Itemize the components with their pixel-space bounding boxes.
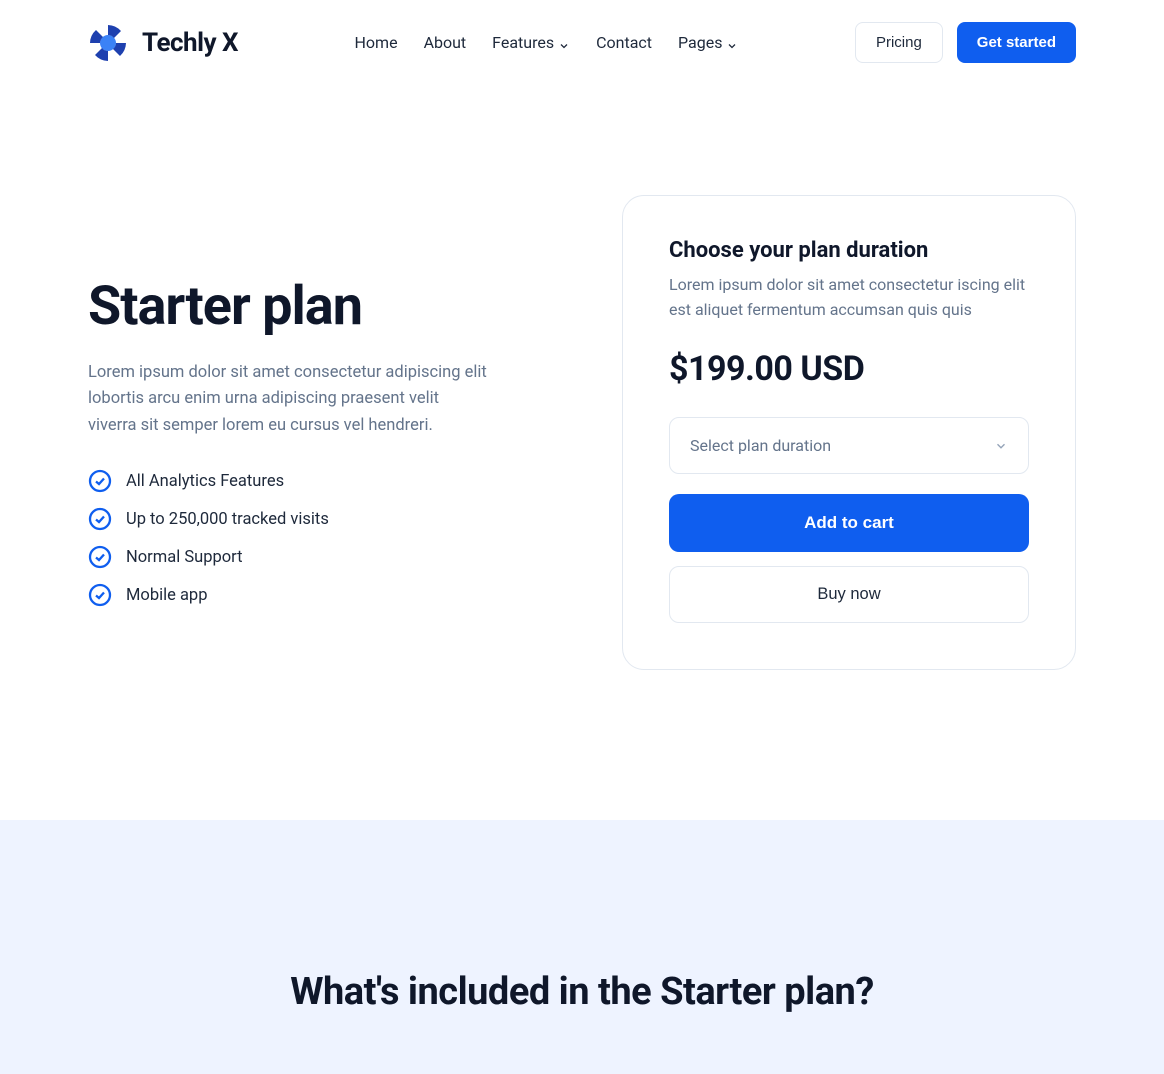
- card-title: Choose your plan duration: [669, 238, 1029, 263]
- plan-duration-select[interactable]: Select plan duration: [669, 417, 1029, 474]
- pricing-button[interactable]: Pricing: [855, 22, 943, 63]
- chevron-down-icon: [558, 37, 570, 49]
- check-icon: [88, 507, 112, 531]
- feature-item: Normal Support: [88, 545, 574, 569]
- main-nav: Home About Features Contact Pages: [355, 33, 739, 52]
- nav-features-label: Features: [492, 33, 554, 52]
- feature-label: Normal Support: [126, 548, 243, 567]
- main-content: Starter plan Lorem ipsum dolor sit amet …: [0, 85, 1164, 820]
- plan-description: Lorem ipsum dolor sit amet consectetur a…: [88, 360, 488, 439]
- check-icon: [88, 469, 112, 493]
- nav-about[interactable]: About: [424, 33, 467, 52]
- nav-features[interactable]: Features: [492, 33, 570, 52]
- check-icon: [88, 545, 112, 569]
- feature-label: All Analytics Features: [126, 472, 284, 491]
- feature-item: Up to 250,000 tracked visits: [88, 507, 574, 531]
- included-section: What's included in the Starter plan?: [0, 820, 1164, 1074]
- nav-pages[interactable]: Pages: [678, 33, 738, 52]
- add-to-cart-button[interactable]: Add to cart: [669, 494, 1029, 552]
- feature-item: Mobile app: [88, 583, 574, 607]
- feature-list: All Analytics Features Up to 250,000 tra…: [88, 469, 574, 607]
- price: $199.00 USD: [669, 349, 1029, 389]
- plan-summary: Starter plan Lorem ipsum dolor sit amet …: [88, 195, 574, 621]
- chevron-down-icon: [994, 438, 1008, 452]
- site-header: Techly X Home About Features Contact Pag…: [0, 0, 1164, 85]
- nav-pages-label: Pages: [678, 33, 722, 52]
- logo-icon: [88, 23, 128, 63]
- included-heading: What's included in the Starter plan?: [88, 970, 1076, 1014]
- header-actions: Pricing Get started: [855, 22, 1076, 63]
- purchase-card: Choose your plan duration Lorem ipsum do…: [622, 195, 1076, 670]
- nav-home[interactable]: Home: [355, 33, 398, 52]
- select-placeholder: Select plan duration: [690, 436, 831, 455]
- feature-label: Up to 250,000 tracked visits: [126, 510, 329, 529]
- brand-name: Techly X: [142, 28, 238, 58]
- card-subtitle: Lorem ipsum dolor sit amet consectetur i…: [669, 273, 1029, 323]
- chevron-down-icon: [726, 37, 738, 49]
- check-icon: [88, 583, 112, 607]
- nav-contact[interactable]: Contact: [596, 33, 652, 52]
- get-started-button[interactable]: Get started: [957, 22, 1076, 63]
- logo[interactable]: Techly X: [88, 23, 238, 63]
- feature-label: Mobile app: [126, 586, 207, 605]
- buy-now-button[interactable]: Buy now: [669, 566, 1029, 623]
- plan-title: Starter plan: [88, 275, 574, 338]
- feature-item: All Analytics Features: [88, 469, 574, 493]
